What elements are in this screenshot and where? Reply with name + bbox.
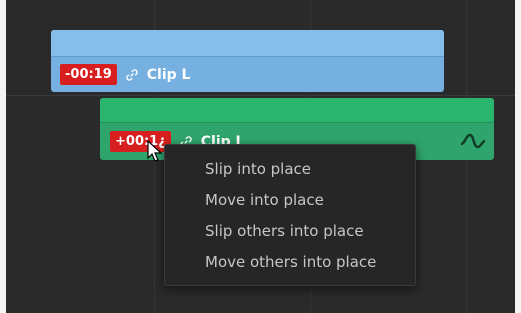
mouse-pointer-icon [147, 140, 163, 162]
clip-name: Clip L [146, 66, 191, 83]
link-icon [126, 68, 138, 81]
track-divider [6, 95, 515, 96]
menu-item-slip-into-place[interactable]: Slip into place [205, 157, 311, 181]
menu-item-move-others-into-place[interactable]: Move others into place [205, 250, 376, 274]
menu-item-slip-others-into-place[interactable]: Slip others into place [205, 219, 364, 243]
context-menu: Slip into place Move into place Slip oth… [164, 144, 416, 286]
clip-header [100, 98, 494, 123]
clip-header [51, 30, 444, 57]
clip-label-row: -00:19 Clip L [60, 64, 190, 85]
timeline-clip-top[interactable]: -00:19 Clip L [51, 30, 444, 92]
menu-item-move-into-place[interactable]: Move into place [205, 188, 324, 212]
clip-offset-badge: -00:19 [60, 64, 117, 85]
audio-wave-icon [460, 133, 486, 149]
timeline-panel: -00:19 Clip L +00:1¿ Clip L Slip into pl… [6, 0, 515, 313]
